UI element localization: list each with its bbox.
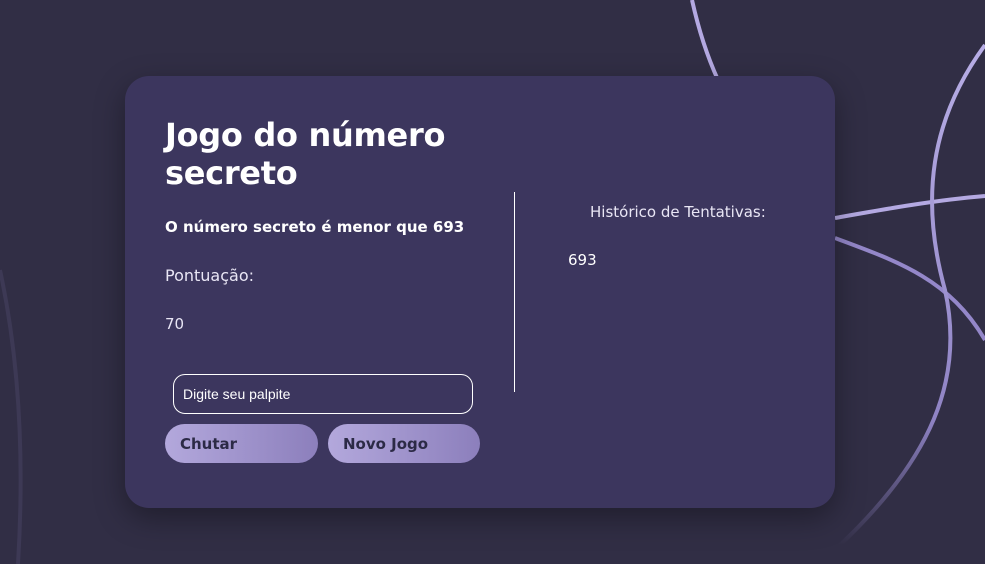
new-game-button[interactable]: Novo Jogo <box>328 424 480 463</box>
guess-input[interactable] <box>173 374 473 414</box>
history-label: Histórico de Tentativas: <box>590 203 766 221</box>
divider <box>514 192 515 392</box>
guess-button[interactable]: Chutar <box>165 424 318 463</box>
decorative-curve <box>834 236 985 342</box>
page-title: Jogo do número secreto <box>165 116 446 192</box>
score-label: Pontuação: <box>165 266 255 285</box>
decorative-curve <box>838 43 985 547</box>
hint-text: O número secreto é menor que 693 <box>165 218 465 236</box>
game-card: Jogo do número secreto O número secreto … <box>125 76 835 508</box>
decorative-curve <box>0 269 23 564</box>
history-list: 693 <box>568 251 597 269</box>
history-item: 693 <box>568 251 597 269</box>
decorative-curve <box>834 194 985 220</box>
score-value: 70 <box>165 315 185 333</box>
decorative-curve <box>690 0 720 81</box>
